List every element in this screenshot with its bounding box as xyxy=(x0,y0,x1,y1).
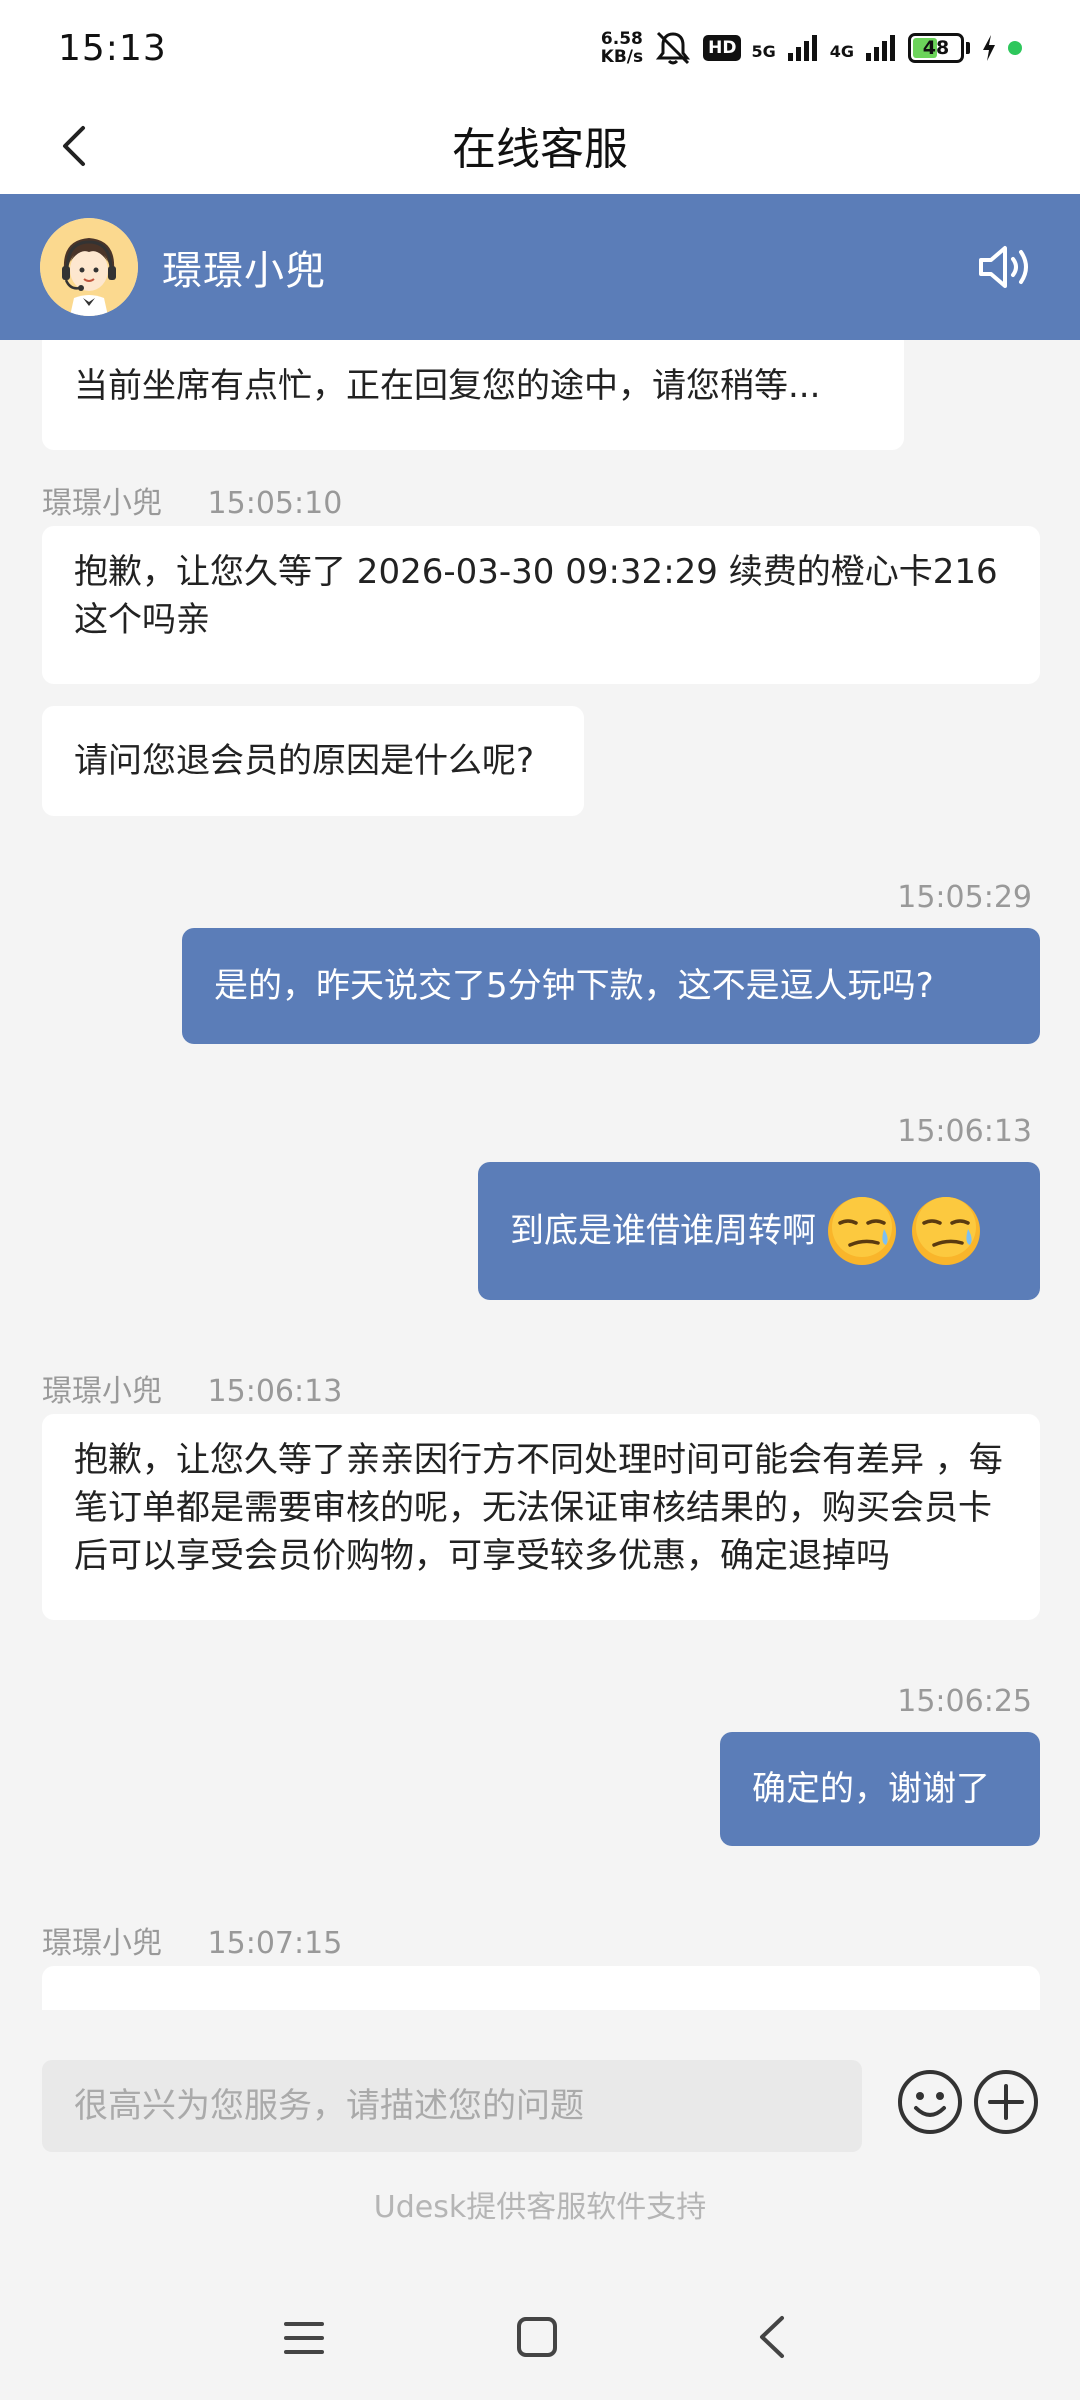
battery-level: 48 xyxy=(922,37,950,59)
message-time: 15:06:13 xyxy=(207,1374,343,1409)
sender-name: 璟璟小兜 xyxy=(42,1926,162,1961)
message-meta: 璟璟小兜 15:05:10 xyxy=(42,478,342,522)
status-time: 15:13 xyxy=(58,27,167,69)
sender-name: 璟璟小兜 xyxy=(42,486,162,521)
nav-home-button[interactable] xyxy=(514,2314,560,2360)
signal-bars-icon xyxy=(786,33,820,63)
message-bubble-incoming: 请问您退会员的原因是什么呢? xyxy=(42,706,584,816)
message-text: 抱歉，让您久等了亲亲因行方不同处理时间可能会有差异 ，每笔订单都是需要审核的呢，… xyxy=(74,1440,1003,1576)
charging-bolt-icon xyxy=(980,33,998,63)
message-text: 请问您退会员的原因是什么呢? xyxy=(74,741,535,781)
message-meta: 璟璟小兜 15:06:13 xyxy=(42,1366,342,1410)
message-text: 抱歉，让您久等了 2026-03-30 09:32:29 续费的橙心卡216 这… xyxy=(74,552,998,640)
privacy-indicator-dot xyxy=(1008,41,1022,55)
smirk-emoji-icon xyxy=(824,1193,900,1269)
plus-circle-icon xyxy=(974,2070,1038,2134)
headset-agent-avatar xyxy=(40,218,138,316)
nav-back-button[interactable] xyxy=(752,2312,792,2362)
smile-icon xyxy=(898,2070,962,2134)
message-text: 当前坐席有点忙，正在回复您的途中，请您稍等... xyxy=(74,366,821,406)
message-text: 确定的，谢谢了 xyxy=(752,1769,990,1809)
sender-name: 璟璟小兜 xyxy=(42,1374,162,1409)
speaker-button[interactable] xyxy=(974,234,1040,300)
message-meta: 璟璟小兜 15:07:15 xyxy=(42,1918,342,1962)
back-arrow-icon xyxy=(63,126,85,166)
message-bubble-outgoing: 确定的，谢谢了 xyxy=(720,1732,1040,1846)
message-time: 15:06:13 xyxy=(897,1114,1032,1149)
network-5g-label: 5G xyxy=(751,42,776,61)
speaker-icon xyxy=(979,246,1028,288)
status-bar: 15:13 6.58 KB/s HD 5G 4G 48 xyxy=(0,0,1080,96)
status-icons: 6.58 KB/s HD 5G 4G 48 xyxy=(601,28,1022,68)
message-time: 15:05:29 xyxy=(897,880,1032,915)
page-title: 在线客服 xyxy=(452,124,628,175)
message-time: 15:07:15 xyxy=(207,1926,343,1961)
emoji-button[interactable] xyxy=(896,2068,964,2136)
battery-body: 48 xyxy=(908,33,964,63)
more-options-button[interactable] xyxy=(972,2068,1040,2136)
network-4g-label: 4G xyxy=(829,42,854,61)
nav-back-icon xyxy=(760,2316,784,2358)
net-speed-unit: KB/s xyxy=(600,47,644,67)
message-bubble-incoming: 抱歉，让您久等了亲亲因行方不同处理时间可能会有差异 ，每笔订单都是需要审核的呢，… xyxy=(42,1414,1040,1620)
chat-area[interactable]: 当前坐席有点忙，正在回复您的途中，请您稍等... 璟璟小兜 15:05:10 抱… xyxy=(0,340,1080,2010)
agent-header: 璟璟小兜 xyxy=(0,194,1080,340)
message-bubble-outgoing: 到底是谁借谁周转啊 xyxy=(478,1162,1040,1300)
message-text: 到底是谁借谁周转啊 xyxy=(510,1211,816,1251)
signal-bars-icon xyxy=(864,33,898,63)
message-time: 15:06:25 xyxy=(897,1684,1032,1719)
message-bubble-incoming: 当前坐席有点忙，正在回复您的途中，请您稍等... xyxy=(42,340,904,450)
smirk-emoji-icon xyxy=(908,1193,984,1269)
powered-by-text: Udesk提供客服软件支持 xyxy=(373,2190,707,2225)
message-bubble-incoming: 抱歉，让您久等了 2026-03-30 09:32:29 续费的橙心卡216 这… xyxy=(42,526,1040,684)
message-bubble-outgoing: 是的，昨天说交了5分钟下款，这不是逗人玩吗? xyxy=(182,928,1040,1044)
home-icon xyxy=(517,2317,557,2357)
hd-badge: HD xyxy=(703,35,742,61)
menu-icon xyxy=(284,2322,324,2354)
nav-menu-button[interactable] xyxy=(282,2316,326,2360)
back-button[interactable] xyxy=(44,116,104,176)
net-speed-value: 6.58 xyxy=(600,29,643,49)
message-bubble-incoming xyxy=(42,1966,1040,2010)
net-speed: 6.58 KB/s xyxy=(601,30,643,66)
avatar xyxy=(40,218,138,316)
message-text: 是的，昨天说交了5分钟下款，这不是逗人玩吗? xyxy=(214,966,934,1006)
battery-indicator: 48 xyxy=(908,33,970,63)
message-time: 15:05:10 xyxy=(207,486,343,521)
battery-cap xyxy=(966,42,970,54)
message-input[interactable] xyxy=(42,2060,862,2152)
mute-bell-icon xyxy=(653,28,693,68)
title-bar: 在线客服 xyxy=(0,96,1080,194)
agent-name: 璟璟小兜 xyxy=(162,248,326,294)
